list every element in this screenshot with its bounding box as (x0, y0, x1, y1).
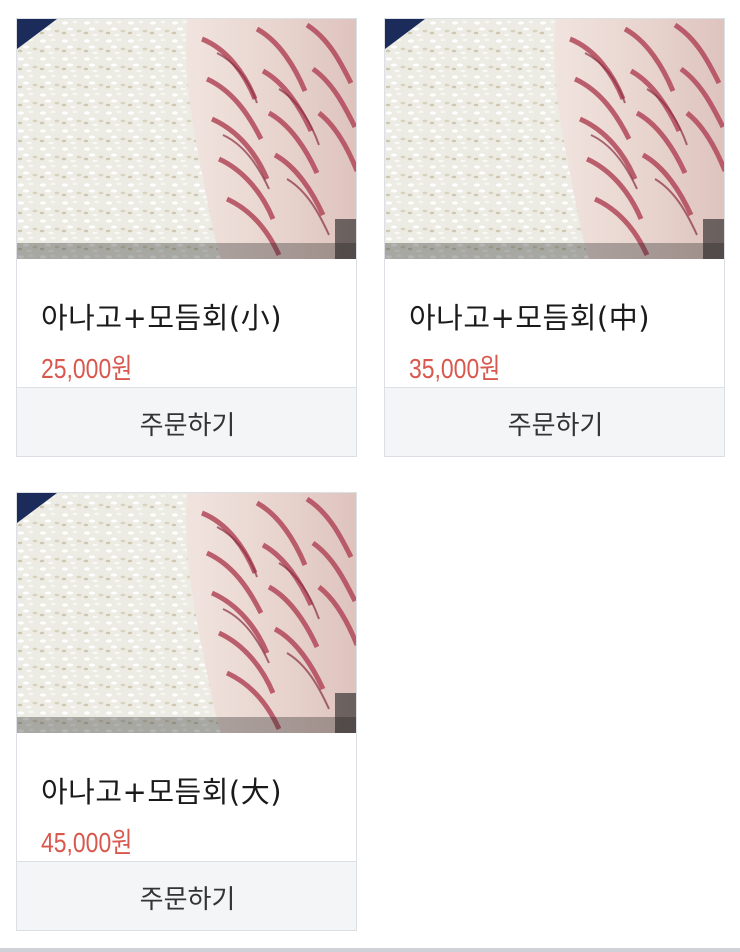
product-card[interactable]: 아나고+모듬회(小) 25,000원 주문하기 (16, 18, 357, 457)
product-image[interactable] (17, 493, 357, 733)
order-button[interactable]: 주문하기 (385, 387, 724, 456)
product-image[interactable] (385, 19, 725, 259)
bottom-divider (0, 948, 740, 952)
product-price: 35,000원 (409, 353, 501, 384)
product-card[interactable]: 아나고+모듬회(中) 35,000원 주문하기 (384, 18, 725, 457)
product-info: 아나고+모듬회(中) 35,000원 (385, 259, 724, 387)
product-price: 45,000원 (41, 827, 133, 858)
product-title: 아나고+모듬회(小) (41, 301, 283, 335)
product-card[interactable]: 아나고+모듬회(大) 45,000원 주문하기 (16, 492, 357, 931)
product-title: 아나고+모듬회(大) (41, 775, 283, 809)
order-button[interactable]: 주문하기 (17, 861, 356, 930)
product-image[interactable] (17, 19, 357, 259)
product-info: 아나고+모듬회(大) 45,000원 (17, 733, 356, 861)
product-price: 25,000원 (41, 353, 133, 384)
order-button[interactable]: 주문하기 (17, 387, 356, 456)
product-info: 아나고+모듬회(小) 25,000원 (17, 259, 356, 387)
product-title: 아나고+모듬회(中) (409, 301, 651, 335)
